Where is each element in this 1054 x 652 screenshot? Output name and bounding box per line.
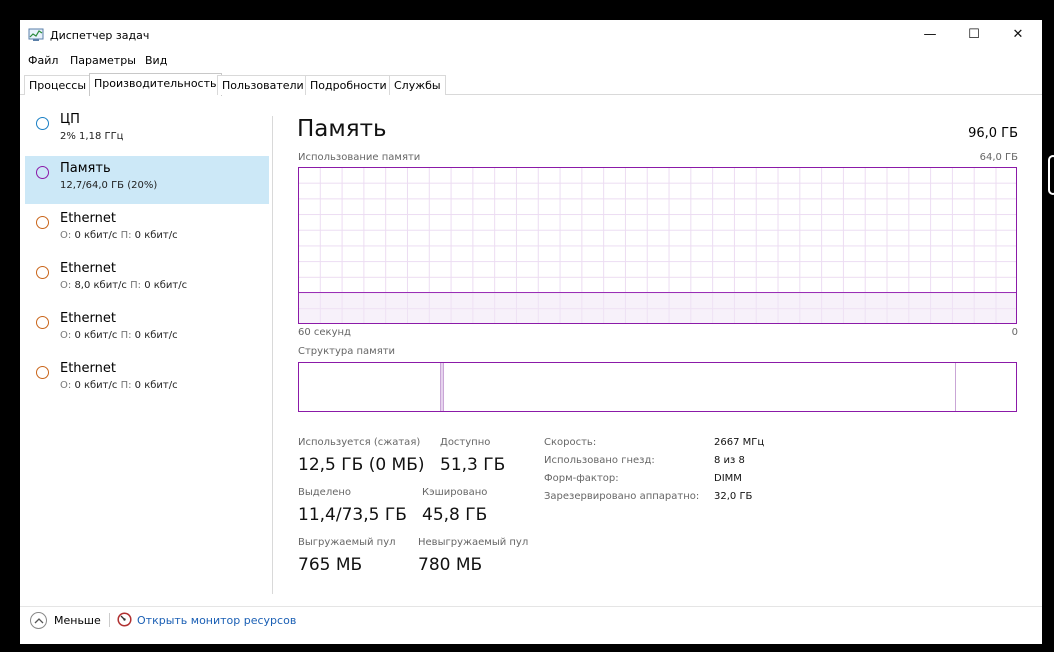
title-bar[interactable]: Диспетчер задач — ☐ ✕: [20, 20, 1042, 50]
usage-graph-label: Использование памяти: [298, 152, 421, 163]
sidebar-item-label: ЦП: [60, 112, 80, 127]
cached-label: Кэшировано: [422, 487, 488, 498]
memory-composition-bar: [298, 362, 1017, 412]
available-label: Доступно: [440, 437, 491, 448]
sidebar-item-sub: О: 0 кбит/с П: 0 кбит/с: [60, 330, 178, 341]
footer-divider: [20, 606, 1042, 607]
ethernet-indicator-icon: [36, 366, 49, 379]
sidebar-item-ethernet-4[interactable]: Ethernet О: 0 кбит/с П: 0 кбит/с: [25, 356, 269, 404]
graph-time-left: 60 секунд: [298, 327, 351, 338]
tab-performance[interactable]: Производительность: [89, 73, 222, 96]
in-use-label: Используется (сжатая): [298, 437, 421, 448]
composition-label: Структура памяти: [298, 346, 396, 357]
cpu-indicator-icon: [36, 117, 49, 130]
sidebar-item-label: Память: [60, 161, 111, 176]
in-use-value: 12,5 ГБ (0 МБ): [298, 455, 425, 475]
available-value: 51,3 ГБ: [440, 455, 506, 475]
ethernet-indicator-icon: [36, 216, 49, 229]
paged-pool-value: 765 МБ: [298, 555, 363, 575]
paged-pool-label: Выгружаемый пул: [298, 537, 396, 548]
cached-value: 45,8 ГБ: [422, 505, 488, 525]
reserved-value: 32,0 ГБ: [714, 491, 753, 502]
slots-label: Использовано гнезд:: [544, 455, 655, 466]
sidebar-item-memory[interactable]: Память 12,7/64,0 ГБ (20%): [25, 156, 269, 204]
sidebar-divider: [272, 116, 273, 594]
total-memory: 96,0 ГБ: [968, 126, 1018, 141]
sidebar-item-label: Ethernet: [60, 211, 116, 226]
window-title: Диспетчер задач: [50, 29, 150, 42]
open-resource-monitor-link[interactable]: Открыть монитор ресурсов: [137, 614, 296, 627]
sidebar-item-cpu[interactable]: ЦП 2% 1,18 ГГц: [25, 107, 269, 155]
memory-usage-graph: [298, 167, 1017, 324]
tab-processes[interactable]: Процессы: [24, 75, 92, 95]
chevron-up-icon[interactable]: [30, 612, 47, 629]
tab-services[interactable]: Службы: [389, 75, 446, 95]
graph-time-right: 0: [1011, 327, 1018, 338]
reserved-label: Зарезервировано аппаратно:: [544, 491, 700, 502]
sidebar-item-sub: О: 8,0 кбит/с П: 0 кбит/с: [60, 280, 188, 291]
ethernet-indicator-icon: [36, 266, 49, 279]
memory-indicator-icon: [36, 166, 49, 179]
memory-usage-fill: [299, 292, 1016, 323]
form-factor-label: Форм-фактор:: [544, 473, 619, 484]
minimize-button[interactable]: —: [908, 24, 952, 46]
tab-strip: Процессы Производительность Пользователи…: [20, 73, 1042, 96]
page-title: Память: [297, 116, 387, 142]
tab-details[interactable]: Подробности: [305, 75, 392, 95]
resource-monitor-icon[interactable]: [117, 612, 132, 627]
maximize-button[interactable]: ☐: [952, 24, 996, 46]
sidebar-item-ethernet-1[interactable]: Ethernet О: 0 кбит/с П: 0 кбит/с: [25, 206, 269, 254]
nonpaged-pool-label: Невыгружаемый пул: [418, 537, 529, 548]
slots-value: 8 из 8: [714, 455, 745, 466]
menu-options[interactable]: Параметры: [70, 54, 136, 67]
sidebar-item-label: Ethernet: [60, 311, 116, 326]
composition-standby: [444, 363, 956, 411]
close-button[interactable]: ✕: [996, 24, 1040, 46]
sidebar-item-sub: О: 0 кбит/с П: 0 кбит/с: [60, 380, 178, 391]
task-manager-icon: [28, 28, 44, 41]
committed-value: 11,4/73,5 ГБ: [298, 505, 407, 525]
menu-file[interactable]: Файл: [28, 54, 58, 67]
committed-label: Выделено: [298, 487, 352, 498]
speed-label: Скорость:: [544, 437, 597, 448]
composition-in-use: [299, 363, 441, 411]
sidebar-item-sub: 2% 1,18 ГГц: [60, 131, 124, 142]
nonpaged-pool-value: 780 МБ: [418, 555, 483, 575]
composition-free: [956, 363, 1016, 411]
sidebar-item-label: Ethernet: [60, 261, 116, 276]
screen-edge-handle: [1048, 155, 1054, 195]
footer-separator: [109, 613, 110, 627]
tab-users[interactable]: Пользователи: [217, 75, 309, 95]
sidebar-item-sub: О: 0 кбит/с П: 0 кбит/с: [60, 230, 178, 241]
task-manager-window: Диспетчер задач — ☐ ✕ Файл Параметры Вид…: [20, 20, 1042, 644]
sidebar-item-ethernet-2[interactable]: Ethernet О: 8,0 кбит/с П: 0 кбит/с: [25, 256, 269, 304]
sidebar-item-label: Ethernet: [60, 361, 116, 376]
ethernet-indicator-icon: [36, 316, 49, 329]
sidebar-item-ethernet-3[interactable]: Ethernet О: 0 кбит/с П: 0 кбит/с: [25, 306, 269, 354]
form-factor-value: DIMM: [714, 473, 742, 484]
sidebar-item-sub: 12,7/64,0 ГБ (20%): [60, 180, 158, 191]
speed-value: 2667 МГц: [714, 437, 765, 448]
menu-view[interactable]: Вид: [145, 54, 167, 67]
fewer-details-button[interactable]: Меньше: [54, 614, 101, 627]
usage-graph-max: 64,0 ГБ: [979, 152, 1018, 163]
